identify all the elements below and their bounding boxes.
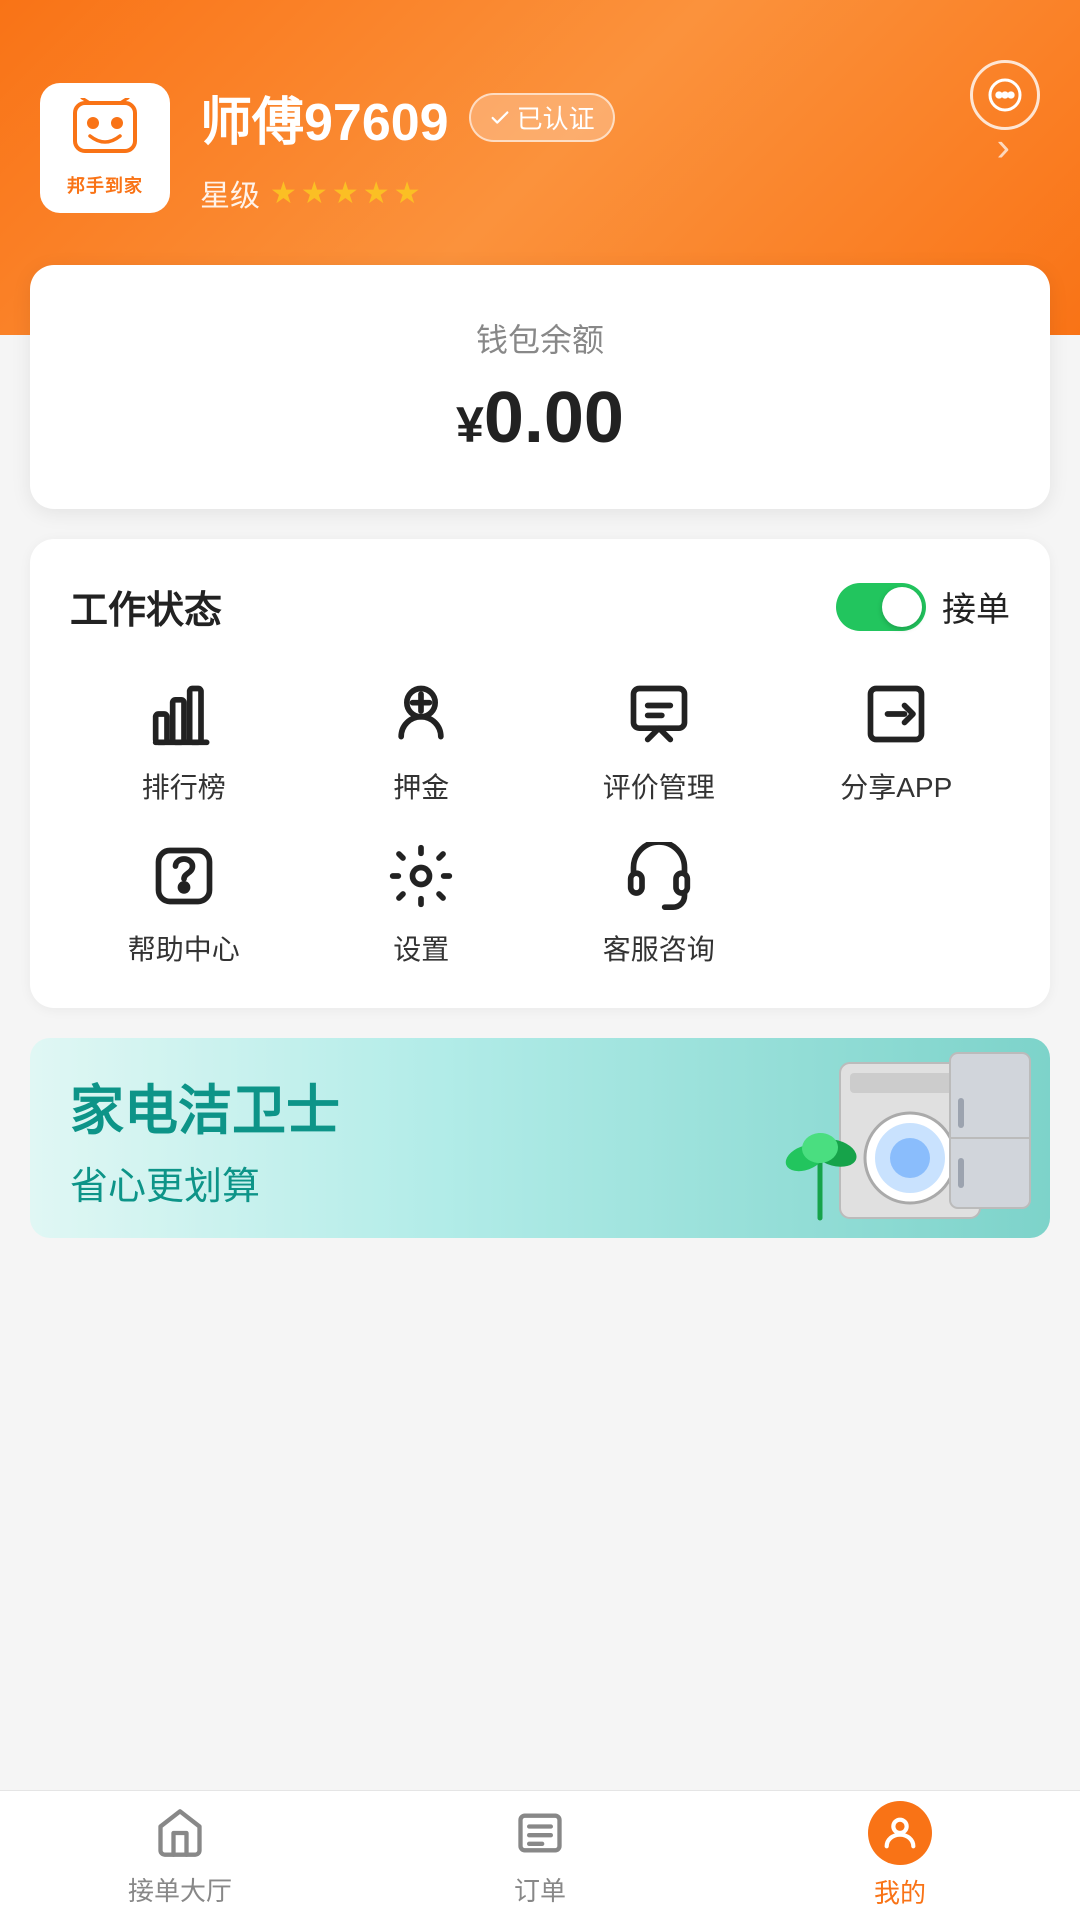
service-icon (619, 836, 699, 916)
banner-text: 家电洁卫士 省心更划算 (30, 1066, 380, 1210)
banner-title: 家电洁卫士 (70, 1066, 340, 1145)
banner-subtitle: 省心更划算 (70, 1155, 340, 1210)
username-label: 师傅97609 (200, 80, 449, 155)
wallet-card: 钱包余额 ¥0.00 (30, 265, 1050, 509)
hall-icon (150, 1803, 210, 1863)
wallet-value: 0.00 (484, 378, 624, 458)
menu-item-share[interactable]: 分享APP (783, 674, 1011, 806)
accept-order-label: 接单 (942, 582, 1010, 631)
star-2: ★ (301, 176, 328, 211)
app-name-label: 邦手到家 (67, 172, 143, 198)
orders-icon (510, 1803, 570, 1863)
wallet-currency: ¥ (456, 397, 484, 453)
stars-container: ★ ★ ★ ★ ★ (270, 176, 421, 211)
verified-badge: 已认证 (469, 93, 615, 142)
star-4: ★ (363, 176, 390, 211)
toggle-knob (882, 587, 922, 627)
menu-item-deposit[interactable]: 押金 (308, 674, 536, 806)
settings-icon (381, 836, 461, 916)
deposit-icon (381, 674, 461, 754)
wallet-title: 钱包余额 (70, 315, 1010, 361)
menu-item-ranking[interactable]: 排行榜 (70, 674, 298, 806)
menu-label-ranking: 排行榜 (142, 766, 226, 806)
profile-chevron-icon[interactable]: › (997, 125, 1010, 170)
nav-label-hall: 接单大厅 (128, 1871, 232, 1908)
bottom-nav: 接单大厅 订单 我的 (0, 1790, 1080, 1920)
nav-item-hall[interactable]: 接单大厅 (80, 1803, 280, 1908)
banner-image (670, 1038, 1050, 1238)
chart-bar-icon (144, 674, 224, 754)
menu-label-share: 分享APP (840, 766, 952, 806)
work-status-card: 工作状态 接单 排行榜 (30, 539, 1050, 1008)
menu-placeholder (783, 836, 1011, 968)
menu-item-service[interactable]: 客服咨询 (545, 836, 773, 968)
menu-label-settings: 设置 (393, 928, 449, 968)
star-5: ★ (394, 176, 421, 211)
menu-label-help: 帮助中心 (128, 928, 240, 968)
nav-item-orders[interactable]: 订单 (440, 1803, 640, 1908)
nav-item-mine[interactable]: 我的 (800, 1801, 1000, 1910)
star-3: ★ (332, 176, 359, 211)
menu-label-service: 客服咨询 (603, 928, 715, 968)
work-status-title: 工作状态 (70, 579, 222, 634)
mine-active-icon (868, 1801, 932, 1865)
nav-label-mine: 我的 (874, 1873, 926, 1910)
menu-row-2: 帮助中心 设置 客服咨询 (70, 836, 1010, 968)
review-icon (619, 674, 699, 754)
star-label: 星级 (200, 171, 260, 215)
share-icon (856, 674, 936, 754)
avatar[interactable]: 邦手到家 (40, 83, 170, 213)
star-1: ★ (270, 176, 297, 211)
banner[interactable]: 家电洁卫士 省心更划算 (30, 1038, 1050, 1238)
work-status-toggle[interactable] (836, 583, 926, 631)
profile-row: 邦手到家 师傅97609 已认证 星级 ★ ★ ★ ★ (40, 80, 1040, 215)
menu-label-deposit: 押金 (393, 766, 449, 806)
nav-label-orders: 订单 (514, 1871, 566, 1908)
profile-info: 师傅97609 已认证 星级 ★ ★ ★ ★ ★ (200, 80, 1040, 215)
menu-item-review[interactable]: 评价管理 (545, 674, 773, 806)
wallet-amount: ¥0.00 (70, 377, 1010, 459)
menu-item-settings[interactable]: 设置 (308, 836, 536, 968)
menu-row-1: 排行榜 押金 评价管理 (70, 674, 1010, 806)
menu-item-help[interactable]: 帮助中心 (70, 836, 298, 968)
verified-text: 已认证 (517, 99, 595, 136)
help-icon (144, 836, 224, 916)
menu-label-review: 评价管理 (603, 766, 715, 806)
